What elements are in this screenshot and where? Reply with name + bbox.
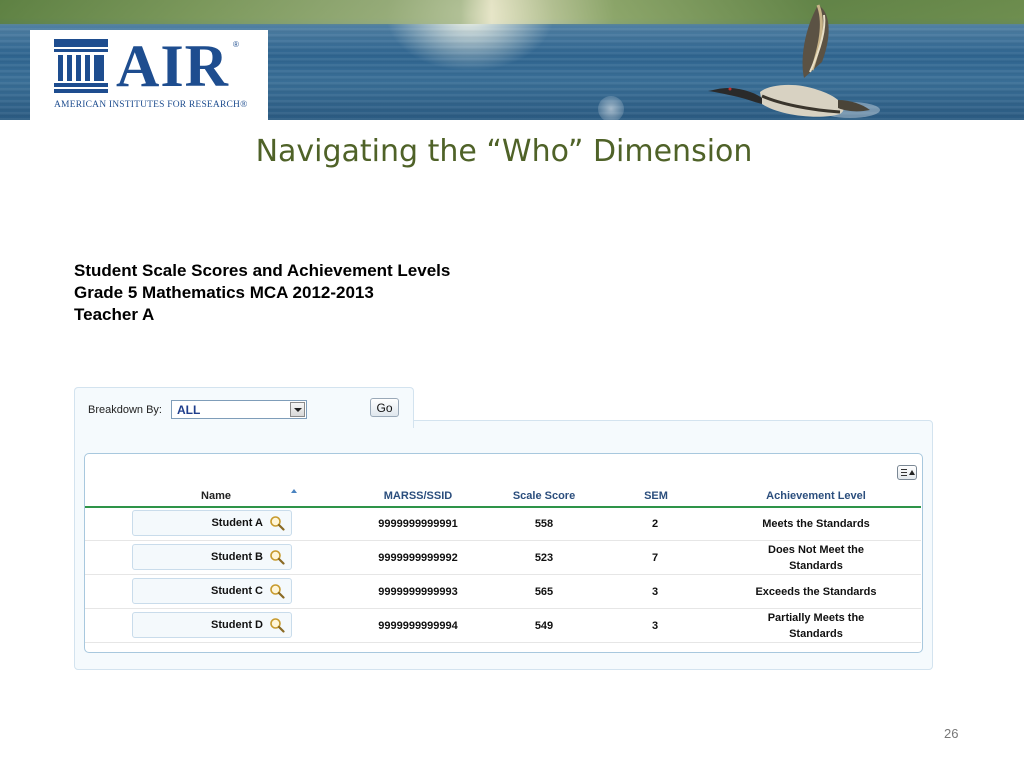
column-header-achievement-level[interactable]: Achievement Level bbox=[746, 490, 886, 502]
header-banner: AIR ® American Institutes for Research® bbox=[0, 0, 1024, 120]
row-divider bbox=[85, 540, 921, 541]
student-name: Student C bbox=[211, 585, 263, 597]
row-divider bbox=[85, 642, 921, 643]
air-logo-wordmark: AIR bbox=[116, 33, 230, 99]
scale-score-cell: 523 bbox=[534, 552, 554, 564]
column-header-sem[interactable]: SEM bbox=[636, 490, 676, 502]
row-divider bbox=[85, 608, 921, 609]
breakdown-select[interactable]: ALL bbox=[171, 400, 307, 419]
scale-score-cell: 558 bbox=[534, 518, 554, 530]
slide-title: Navigating the “Who” Dimension bbox=[255, 134, 753, 169]
column-chooser-icon[interactable] bbox=[897, 465, 917, 480]
go-button[interactable]: Go bbox=[370, 398, 399, 417]
ssid-cell: 9999999999993 bbox=[378, 586, 458, 598]
chevron-down-icon[interactable] bbox=[290, 402, 305, 417]
scale-score-cell: 549 bbox=[534, 620, 554, 632]
achievement-level-cell: Meets the Standards bbox=[762, 518, 870, 530]
magnifier-icon[interactable] bbox=[269, 583, 285, 599]
student-name-button[interactable]: Student A bbox=[132, 510, 292, 536]
ssid-cell: 9999999999994 bbox=[378, 620, 458, 632]
sem-cell: 2 bbox=[651, 518, 659, 530]
banner-lens-flare bbox=[598, 96, 624, 120]
air-logo-registered: ® bbox=[233, 40, 239, 49]
magnifier-icon[interactable] bbox=[269, 549, 285, 565]
header-divider bbox=[85, 506, 921, 508]
page-number: 26 bbox=[944, 726, 959, 741]
scale-score-cell: 565 bbox=[534, 586, 554, 598]
student-name: Student D bbox=[211, 619, 263, 631]
report-teacher: Teacher A bbox=[74, 305, 155, 324]
ssid-cell: 9999999999991 bbox=[378, 518, 458, 530]
magnifier-icon[interactable] bbox=[269, 515, 285, 531]
report-heading: Student Scale Scores and Achievement Lev… bbox=[74, 260, 450, 326]
report-subject: Grade 5 Mathematics MCA 2012-2013 bbox=[74, 283, 374, 302]
sem-cell: 3 bbox=[651, 620, 659, 632]
ssid-cell: 9999999999992 bbox=[378, 552, 458, 564]
student-name-button[interactable]: Student C bbox=[132, 578, 292, 604]
student-name-button[interactable]: Student D bbox=[132, 612, 292, 638]
column-header-name[interactable]: Name bbox=[196, 490, 236, 502]
achievement-level-cell: Partially Meets the Standards bbox=[767, 612, 865, 640]
breakdown-select-value: ALL bbox=[177, 403, 201, 417]
column-header-ssid[interactable]: MARSS/SSID bbox=[378, 490, 458, 502]
student-name: Student B bbox=[211, 551, 263, 563]
achievement-level-cell: Does Not Meet the Standards bbox=[768, 544, 864, 572]
magnifier-icon[interactable] bbox=[269, 617, 285, 633]
sort-ascending-icon[interactable] bbox=[291, 489, 297, 493]
loon-bird-image bbox=[708, 4, 880, 118]
achievement-level-cell: Exceeds the Standards bbox=[755, 586, 877, 598]
column-header-scale-score[interactable]: Scale Score bbox=[504, 490, 584, 502]
air-logo-building-icon bbox=[54, 39, 108, 93]
student-name: Student A bbox=[211, 517, 263, 529]
air-logo: AIR ® American Institutes for Research® bbox=[30, 30, 268, 120]
sem-cell: 3 bbox=[651, 586, 659, 598]
breakdown-label: Breakdown By: bbox=[88, 404, 162, 416]
row-divider bbox=[85, 574, 921, 575]
air-logo-tagline: American Institutes for Research® bbox=[54, 100, 248, 110]
report-title: Student Scale Scores and Achievement Lev… bbox=[74, 261, 451, 280]
sem-cell: 7 bbox=[651, 552, 659, 564]
student-name-button[interactable]: Student B bbox=[132, 544, 292, 570]
